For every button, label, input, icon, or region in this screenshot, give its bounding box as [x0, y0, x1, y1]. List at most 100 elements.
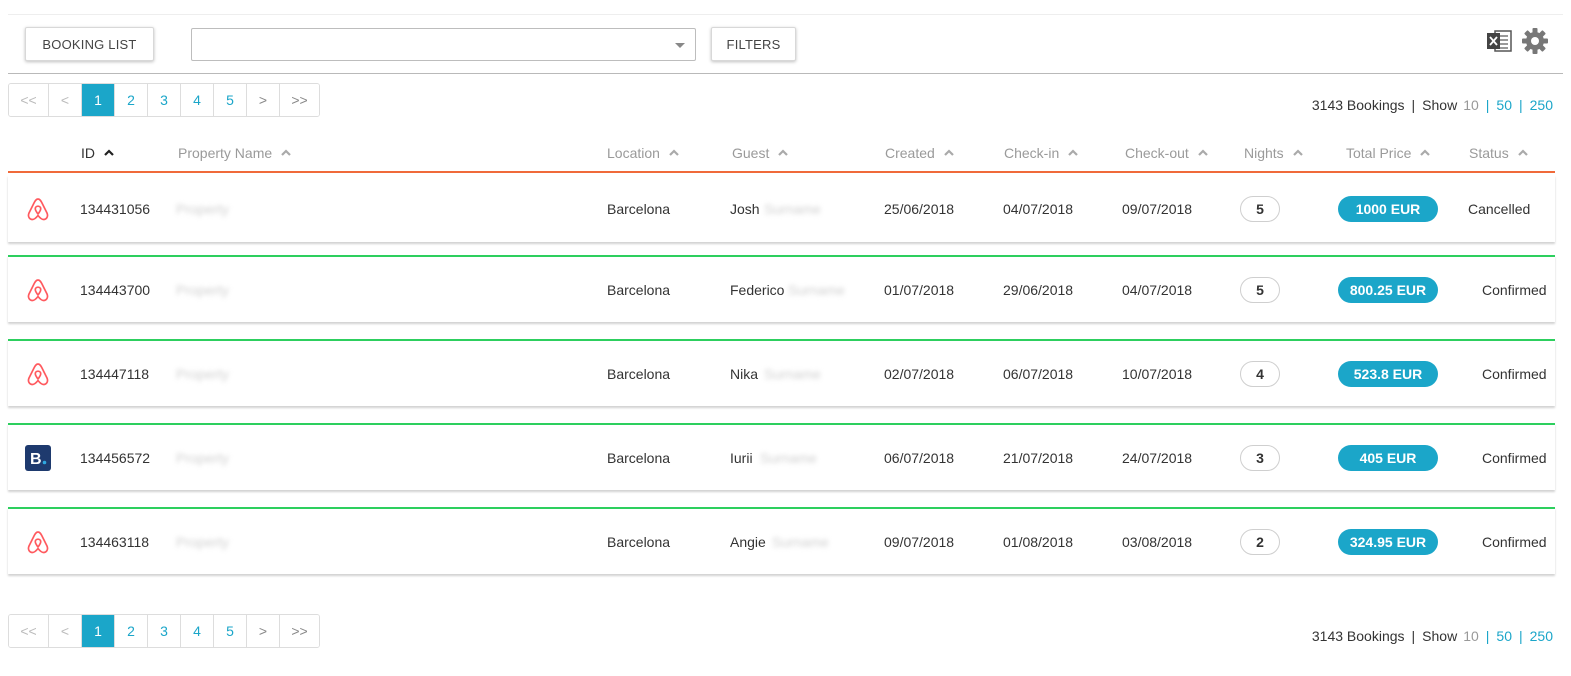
separator: |	[1519, 628, 1523, 644]
table-row[interactable]: 134447118 Property Barcelona Nika Surnam…	[8, 339, 1555, 406]
booking-id[interactable]: 134463118	[80, 534, 149, 550]
last-page-button[interactable]: >>	[280, 84, 319, 116]
page-5-button[interactable]: 5	[214, 615, 247, 647]
check-in-date: 29/06/2018	[1003, 281, 1074, 298]
column-label: Location	[607, 145, 660, 161]
airbnb-icon	[27, 530, 49, 553]
column-header-check-in[interactable]: Check-in	[1004, 145, 1079, 161]
booking-id[interactable]: 134443700	[80, 282, 150, 298]
booking-id[interactable]: 134431056	[80, 201, 150, 217]
page-size-250[interactable]: 250	[1530, 628, 1553, 644]
chevron-up-icon[interactable]	[1198, 148, 1208, 158]
page-size-50[interactable]: 50	[1496, 628, 1512, 644]
column-header-created[interactable]: Created	[885, 145, 954, 161]
chevron-up-icon[interactable]	[1068, 148, 1079, 158]
column-header-location[interactable]: Location	[607, 145, 679, 161]
search-select[interactable]	[191, 28, 696, 61]
show-label: Show	[1422, 97, 1458, 113]
status: Cancelled	[1468, 200, 1531, 217]
chevron-up-icon[interactable]	[944, 148, 954, 158]
chevron-up-icon[interactable]	[1420, 148, 1431, 158]
property-name[interactable]: Property	[176, 282, 229, 298]
chevron-up-icon[interactable]	[669, 148, 679, 158]
location: Barcelona	[607, 533, 671, 550]
page-1-button[interactable]: 1	[82, 615, 115, 647]
column-label: Property Name	[178, 145, 273, 161]
next-page-button[interactable]: >	[247, 615, 280, 647]
chevron-down-icon[interactable]	[675, 43, 685, 48]
guest-first-name: Josh	[730, 200, 760, 217]
property-name[interactable]: Property	[176, 450, 229, 466]
column-header-check-out[interactable]: Check-out	[1125, 145, 1208, 161]
table-row[interactable]: 134443700 Property Barcelona Federico Su…	[8, 255, 1555, 322]
page-4-button[interactable]: 4	[181, 84, 214, 116]
guest-last-name: Surname	[788, 281, 845, 298]
column-header-status[interactable]: Status	[1469, 145, 1528, 161]
chevron-up-icon[interactable]	[778, 148, 789, 158]
page-3-button[interactable]: 3	[148, 84, 181, 116]
page-size-10[interactable]: 10	[1463, 628, 1479, 644]
airbnb-icon	[27, 362, 49, 385]
first-page-button[interactable]: <<	[9, 615, 49, 647]
separator: |	[1485, 628, 1490, 644]
property-name[interactable]: Property	[176, 366, 229, 382]
column-header-guest[interactable]: Guest	[732, 145, 789, 161]
column-label: Created	[885, 145, 935, 161]
page-5-button[interactable]: 5	[214, 84, 247, 116]
booking-com-icon: B	[25, 444, 51, 471]
check-out-date: 09/07/2018	[1122, 200, 1193, 217]
column-label: Guest	[732, 145, 770, 161]
created-date: 01/07/2018	[884, 281, 955, 298]
page-size-250[interactable]: 250	[1530, 97, 1553, 113]
column-header-total-price[interactable]: Total Price	[1346, 145, 1431, 161]
booking-list-button[interactable]: BOOKING LIST	[25, 27, 154, 61]
separator: |	[1519, 97, 1523, 113]
column-header-property-name[interactable]: Property Name	[178, 145, 291, 161]
excel-icon[interactable]	[1486, 29, 1512, 53]
location: Barcelona	[607, 200, 671, 217]
chevron-up-icon[interactable]	[1517, 148, 1528, 158]
status: Confirmed	[1482, 449, 1547, 466]
airbnb-icon	[27, 197, 49, 220]
property-name[interactable]: Property	[176, 201, 229, 217]
total-price-badge: 523.8 EUR	[1338, 360, 1438, 387]
table-row[interactable]: 134431056 Property Barcelona Josh Surnam…	[8, 175, 1555, 242]
booking-count: 3143 Bookings	[1311, 628, 1405, 644]
column-header-id[interactable]: ID	[81, 145, 114, 161]
chevron-up-icon[interactable]	[1292, 148, 1303, 158]
column-label: Total Price	[1346, 145, 1412, 161]
filters-button[interactable]: FILTERS	[711, 27, 796, 61]
column-label: ID	[81, 145, 95, 161]
status: Confirmed	[1482, 365, 1547, 382]
chevron-up-icon[interactable]	[281, 148, 291, 158]
prev-page-button[interactable]: <	[49, 615, 82, 647]
location: Barcelona	[607, 449, 671, 466]
property-name[interactable]: Property	[176, 534, 229, 550]
column-label: Check-in	[1004, 145, 1060, 161]
page-4-button[interactable]: 4	[181, 615, 214, 647]
last-page-button[interactable]: >>	[280, 615, 319, 647]
column-label: Nights	[1244, 145, 1284, 161]
page-2-button[interactable]: 2	[115, 84, 148, 116]
booking-id[interactable]: 134456572	[80, 450, 150, 466]
gear-icon[interactable]	[1521, 27, 1549, 55]
booking-id[interactable]: 134447118	[80, 366, 149, 382]
page-3-button[interactable]: 3	[148, 615, 181, 647]
next-page-button[interactable]: >	[247, 84, 280, 116]
page-1-button[interactable]: 1	[82, 84, 115, 116]
prev-page-button[interactable]: <	[49, 84, 82, 116]
status: Confirmed	[1482, 533, 1547, 550]
page-2-button[interactable]: 2	[115, 615, 148, 647]
pagination-top: << < 1 2 3 4 5 > >>	[8, 83, 320, 117]
guest-last-name: Surname	[772, 533, 829, 550]
page-size-10[interactable]: 10	[1463, 97, 1479, 113]
first-page-button[interactable]: <<	[9, 84, 49, 116]
chevron-up-icon[interactable]	[104, 148, 114, 158]
page-size-50[interactable]: 50	[1496, 97, 1512, 113]
check-out-date: 04/07/2018	[1122, 281, 1193, 298]
column-header-nights[interactable]: Nights	[1244, 145, 1303, 161]
table-row[interactable]: B 134456572 Property Barcelona Iurii Sur…	[8, 423, 1555, 490]
table-row[interactable]: 134463118 Property Barcelona Angie Surna…	[8, 507, 1555, 574]
total-price-badge: 800.25 EUR	[1338, 276, 1438, 303]
created-date: 06/07/2018	[884, 449, 955, 466]
